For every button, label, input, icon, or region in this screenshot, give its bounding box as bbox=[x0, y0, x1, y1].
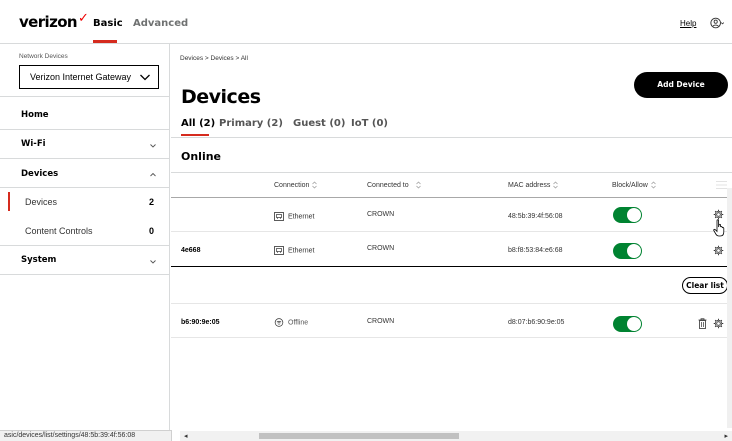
sort-icon bbox=[651, 181, 656, 189]
breadcrumb[interactable]: Devices > Devices > All bbox=[180, 55, 248, 62]
sidebar-subitem-content-controls[interactable]: Content Controls bbox=[25, 226, 93, 236]
connection-value: Offline bbox=[288, 319, 309, 327]
content-controls-count: 0 bbox=[149, 226, 155, 236]
top-bar: verizon✓ Basic Advanced Help bbox=[0, 0, 732, 44]
connection-value: Ethernet bbox=[288, 247, 315, 255]
column-menu-icon[interactable] bbox=[716, 180, 727, 190]
connected-to-cell: CROWN bbox=[367, 245, 395, 252]
user-circle-icon[interactable] bbox=[710, 16, 724, 30]
section-heading-online: Online bbox=[181, 150, 222, 163]
offline-wifi-icon bbox=[274, 318, 284, 327]
toggle-knob bbox=[627, 317, 641, 331]
connection-cell: Offline bbox=[274, 318, 308, 327]
help-link[interactable]: Help bbox=[680, 19, 696, 28]
active-tab-indicator bbox=[93, 40, 117, 43]
sidebar: Network Devices Verizon Internet Gateway… bbox=[0, 44, 170, 441]
column-label: Connection bbox=[274, 181, 310, 189]
table-top-divider bbox=[171, 172, 732, 173]
block-allow-toggle[interactable] bbox=[613, 207, 642, 223]
tab-iot[interactable]: IoT (0) bbox=[351, 118, 388, 129]
gear-icon[interactable] bbox=[713, 318, 724, 329]
column-header-block-allow[interactable]: Block/Allow bbox=[612, 181, 656, 189]
active-item-indicator bbox=[8, 192, 10, 211]
sidebar-divider bbox=[0, 129, 169, 130]
chevron-down-icon[interactable] bbox=[149, 258, 157, 266]
gear-icon[interactable] bbox=[713, 245, 724, 256]
tabs-divider bbox=[171, 137, 732, 138]
sidebar-item-wifi[interactable]: Wi-Fi bbox=[21, 139, 46, 149]
sidebar-item-home[interactable]: Home bbox=[21, 110, 49, 120]
mac-address-cell: b8:f8:53:84:e6:68 bbox=[508, 247, 563, 254]
brand-name: verizon bbox=[19, 13, 78, 31]
column-label: MAC address bbox=[508, 181, 551, 189]
devices-count: 2 bbox=[149, 197, 155, 207]
hand-cursor-icon bbox=[713, 219, 725, 237]
add-device-button[interactable]: Add Device bbox=[634, 72, 728, 98]
column-header-connection[interactable]: Connection bbox=[274, 181, 318, 189]
chevron-down-icon[interactable] bbox=[149, 142, 157, 150]
toggle-knob bbox=[627, 244, 641, 258]
brand-checkmark: ✓ bbox=[78, 11, 89, 26]
status-bar-url: asic/devices/list/settings/48:5b:39:4f:5… bbox=[0, 430, 172, 441]
connected-to-cell: CROWN bbox=[367, 318, 395, 325]
row-divider bbox=[171, 337, 732, 338]
tab-primary[interactable]: Primary (2) bbox=[219, 118, 283, 129]
sidebar-divider bbox=[0, 187, 169, 188]
block-allow-toggle[interactable] bbox=[613, 316, 642, 332]
device-name[interactable]: 4e668 bbox=[181, 247, 200, 254]
column-header-mac-address[interactable]: MAC address bbox=[508, 181, 559, 189]
sort-icon bbox=[415, 181, 421, 189]
column-label: Connected to bbox=[367, 181, 409, 189]
selected-device-value: Verizon Internet Gateway bbox=[30, 72, 132, 82]
tab-basic[interactable]: Basic bbox=[93, 18, 123, 29]
ethernet-icon bbox=[274, 212, 284, 221]
sidebar-item-system[interactable]: System bbox=[21, 255, 56, 265]
vertical-scrollbar[interactable] bbox=[727, 188, 732, 428]
device-name[interactable]: b6:90:9e:05 bbox=[181, 319, 220, 326]
chevron-down-icon bbox=[140, 74, 150, 81]
connection-cell: Ethernet bbox=[274, 212, 314, 221]
connection-cell: Ethernet bbox=[274, 246, 314, 255]
sort-icon bbox=[553, 181, 559, 189]
mac-address-cell: 48:5b:39:4f:56:08 bbox=[508, 213, 563, 220]
ethernet-icon bbox=[274, 246, 284, 255]
tab-advanced[interactable]: Advanced bbox=[133, 18, 188, 29]
sidebar-divider bbox=[0, 245, 169, 246]
clear-list-button[interactable]: Clear list bbox=[682, 277, 728, 294]
row-divider bbox=[171, 231, 732, 232]
column-header-connected-to[interactable]: Connected to bbox=[367, 181, 421, 189]
section-divider bbox=[171, 266, 732, 267]
mac-address-cell: d8:07:b6:90:9e:05 bbox=[508, 319, 565, 326]
network-device-select[interactable]: Verizon Internet Gateway bbox=[19, 65, 159, 89]
column-label: Block/Allow bbox=[612, 181, 648, 189]
active-tab-indicator bbox=[181, 134, 209, 136]
block-allow-toggle[interactable] bbox=[613, 243, 642, 259]
scrollbar-thumb[interactable] bbox=[259, 433, 459, 439]
sidebar-divider bbox=[0, 274, 169, 275]
connection-value: Ethernet bbox=[288, 213, 315, 221]
toggle-knob bbox=[627, 208, 641, 222]
tab-guest[interactable]: Guest (0) bbox=[293, 118, 345, 129]
tab-all[interactable]: All (2) bbox=[181, 118, 215, 129]
chevron-up-icon[interactable] bbox=[149, 171, 157, 179]
horizontal-scrollbar[interactable]: ◂ ▸ bbox=[180, 431, 732, 441]
sidebar-item-devices[interactable]: Devices bbox=[21, 169, 58, 179]
header-divider bbox=[171, 197, 732, 198]
network-devices-label: Network Devices bbox=[19, 53, 68, 60]
page-title: Devices bbox=[181, 86, 261, 108]
sidebar-divider bbox=[0, 96, 169, 97]
scroll-left-arrow-icon[interactable]: ◂ bbox=[184, 432, 188, 440]
scroll-right-arrow-icon[interactable]: ▸ bbox=[724, 432, 728, 440]
sidebar-subitem-devices[interactable]: Devices bbox=[25, 197, 57, 207]
sidebar-divider bbox=[0, 158, 169, 159]
trash-icon[interactable] bbox=[698, 318, 707, 329]
row-divider bbox=[171, 303, 732, 304]
verizon-logo[interactable]: verizon✓ bbox=[19, 11, 89, 31]
sort-icon bbox=[312, 181, 318, 189]
connected-to-cell: CROWN bbox=[367, 211, 395, 218]
